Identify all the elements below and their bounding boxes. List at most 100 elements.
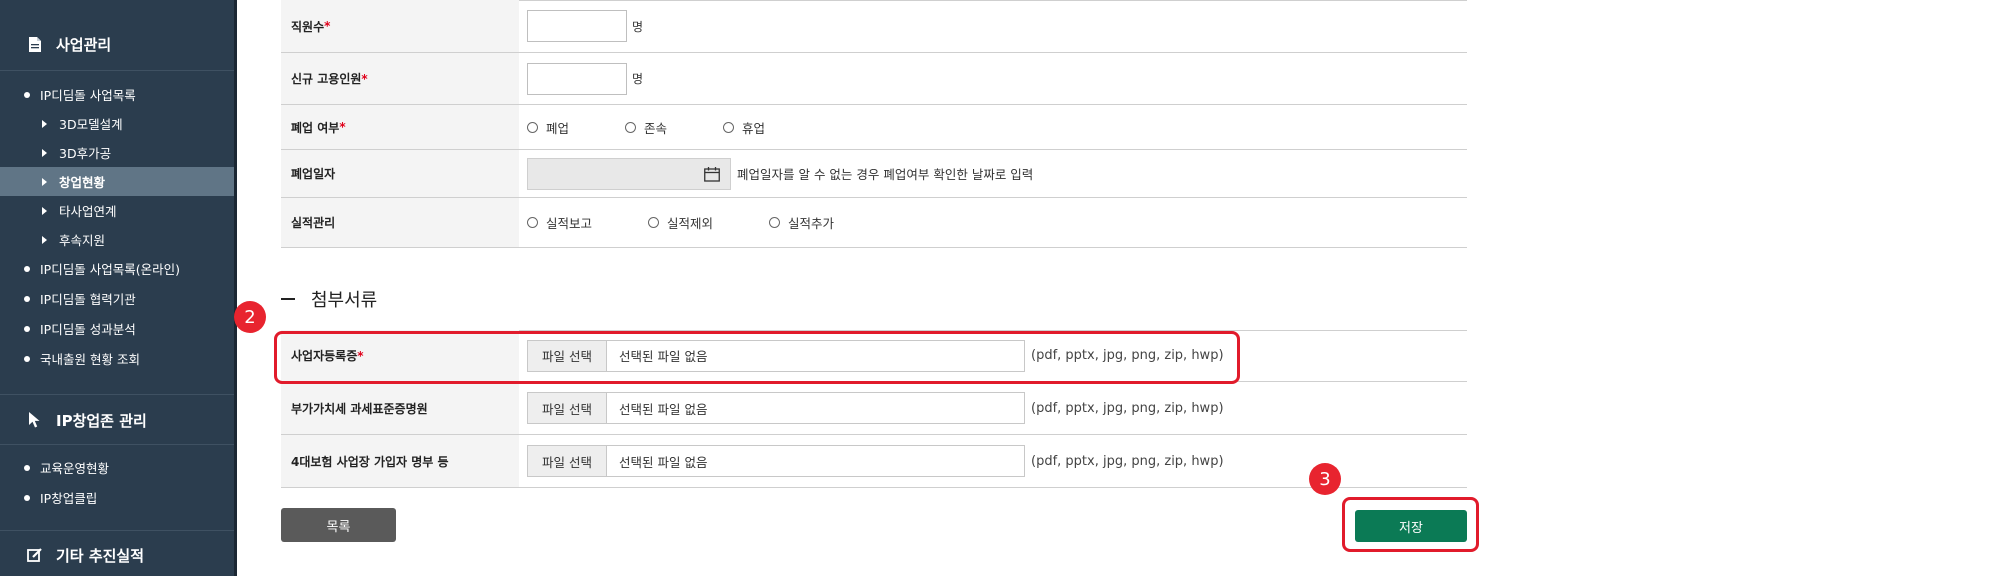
file-select-button[interactable]: 파일 선택 bbox=[528, 446, 607, 476]
bullet-icon bbox=[24, 91, 30, 98]
sidebar-item-education-status[interactable]: 교육운영현황 bbox=[0, 453, 234, 482]
sidebar: 사업관리 IP디딤돌 사업목록 3D모델설계 3D후가공 창업현황 타사업연계 … bbox=[0, 0, 237, 576]
row-insurance-roster: 4대보험 사업장 가입자 명부 등 파일 선택 선택된 파일 없음 (pdf, … bbox=[281, 435, 1467, 488]
document-icon bbox=[26, 35, 44, 53]
sidebar-section-label: IP창업존 관리 bbox=[56, 411, 147, 430]
sidebar-item-3d-post-processing[interactable]: 3D후가공 bbox=[0, 138, 234, 167]
file-name-text: 선택된 파일 없음 bbox=[619, 401, 708, 417]
cursor-icon bbox=[26, 411, 44, 429]
radio-label: 존속 bbox=[644, 120, 668, 136]
sidebar-item-label: 창업현황 bbox=[59, 175, 106, 190]
sidebar-section-business[interactable]: 사업관리 bbox=[26, 29, 111, 59]
radio-closed[interactable]: 폐업 bbox=[527, 118, 569, 137]
list-button[interactable]: 목록 bbox=[281, 508, 396, 542]
sidebar-section-ip-startup-zone[interactable]: IP창업존 관리 bbox=[26, 405, 147, 435]
divider bbox=[0, 530, 234, 531]
sidebar-item-other-business-link[interactable]: 타사업연계 bbox=[0, 196, 234, 225]
row-performance: 실적관리 실적보고 실적제외 실적추가 bbox=[281, 198, 1467, 248]
row-new-hires: 신규 고용인원 * 명 bbox=[281, 53, 1467, 105]
radio-suspended[interactable]: 휴업 bbox=[723, 118, 765, 137]
sidebar-item-ip-partner-orgs[interactable]: IP디딤돌 협력기관 bbox=[0, 284, 234, 313]
sidebar-item-label: 교육운영현황 bbox=[40, 461, 110, 476]
sidebar-section-label: 기타 추진실적 bbox=[56, 546, 145, 565]
callout-box-save bbox=[1342, 497, 1479, 552]
label-employees: 직원수 * bbox=[281, 0, 519, 52]
file-ext-hint: (pdf, pptx, jpg, png, zip, hwp) bbox=[1031, 400, 1224, 416]
radio-add[interactable]: 실적추가 bbox=[769, 213, 834, 232]
radio-label: 휴업 bbox=[742, 120, 766, 136]
unit-label: 명 bbox=[632, 19, 644, 34]
edit-icon bbox=[26, 546, 44, 564]
label-closure: 폐업 여부 * bbox=[281, 105, 519, 149]
divider bbox=[0, 394, 234, 395]
file-ext-hint: (pdf, pptx, jpg, png, zip, hwp) bbox=[1031, 453, 1224, 469]
section-title-text: 첨부서류 bbox=[311, 290, 378, 311]
bullet-icon bbox=[24, 295, 30, 302]
label-performance: 실적관리 bbox=[281, 198, 519, 247]
callout-badge-3: 3 bbox=[1309, 463, 1341, 495]
radio-circle[interactable] bbox=[625, 121, 637, 133]
sidebar-item-label: 3D후가공 bbox=[59, 146, 112, 161]
radio-circle[interactable] bbox=[769, 217, 781, 228]
sidebar-item-label: 타사업연계 bbox=[59, 204, 117, 219]
sidebar-item-label: 후속지원 bbox=[59, 233, 106, 248]
radio-circle[interactable] bbox=[527, 121, 538, 133]
radio-label: 폐업 bbox=[546, 120, 570, 136]
file-input-insurance-roster[interactable]: 파일 선택 선택된 파일 없음 bbox=[527, 445, 1025, 477]
label-vat-certificate: 부가가치세 과세표준증명원 bbox=[281, 382, 519, 434]
sidebar-item-label: IP창업클립 bbox=[40, 491, 98, 506]
radio-label: 실적추가 bbox=[788, 216, 835, 231]
sidebar-section-other-performance[interactable]: 기타 추진실적 bbox=[26, 540, 144, 570]
sidebar-item-label: 국내출원 현황 조회 bbox=[40, 352, 140, 367]
label-insurance-roster: 4대보험 사업장 가입자 명부 등 bbox=[281, 435, 519, 487]
sidebar-item-label: IP디딤돌 사업목록 bbox=[40, 88, 136, 103]
radio-exclude[interactable]: 실적제외 bbox=[648, 213, 713, 232]
sidebar-item-startup-status[interactable]: 창업현황 bbox=[0, 167, 234, 196]
sidebar-item-label: 3D모델설계 bbox=[59, 117, 123, 132]
bullet-icon bbox=[24, 325, 30, 332]
bullet-icon bbox=[24, 494, 30, 501]
sidebar-item-ip-business-list[interactable]: IP디딤돌 사업목록 bbox=[0, 80, 234, 109]
sidebar-item-follow-up-support[interactable]: 후속지원 bbox=[0, 225, 234, 254]
caret-right-icon bbox=[42, 177, 47, 186]
sidebar-item-domestic-filing-status[interactable]: 국내출원 현황 조회 bbox=[0, 344, 234, 373]
radio-circle[interactable] bbox=[648, 217, 660, 228]
radio-label: 실적보고 bbox=[546, 216, 593, 231]
file-select-button[interactable]: 파일 선택 bbox=[528, 393, 607, 423]
attachments-section-title: 첨부서류 bbox=[281, 286, 377, 312]
calendar-icon[interactable] bbox=[704, 166, 720, 185]
sidebar-item-label: IP디딤돌 사업목록(온라인) bbox=[40, 262, 180, 277]
radio-label: 실적제외 bbox=[667, 216, 714, 231]
divider bbox=[0, 70, 234, 71]
label-closure-date: 폐업일자 bbox=[281, 150, 519, 197]
sidebar-item-label: IP디딤돌 협력기관 bbox=[40, 292, 136, 307]
sidebar-item-3d-model-design[interactable]: 3D모델설계 bbox=[0, 109, 234, 138]
bullet-icon bbox=[24, 464, 30, 471]
caret-right-icon bbox=[42, 119, 47, 128]
dash-icon bbox=[281, 298, 295, 300]
radio-circle[interactable] bbox=[527, 217, 538, 228]
radio-report[interactable]: 실적보고 bbox=[527, 213, 592, 232]
new-hires-input[interactable] bbox=[527, 62, 627, 95]
row-employees: 직원수 * 명 bbox=[281, 0, 1467, 53]
label-new-hires: 신규 고용인원 * bbox=[281, 53, 519, 104]
callout-badge-2: 2 bbox=[234, 301, 266, 333]
sidebar-item-ip-business-list-online[interactable]: IP디딤돌 사업목록(온라인) bbox=[0, 254, 234, 283]
caret-right-icon bbox=[42, 235, 47, 244]
bullet-icon bbox=[24, 265, 30, 272]
employees-input[interactable] bbox=[527, 10, 627, 42]
sidebar-section-label: 사업관리 bbox=[56, 35, 112, 54]
unit-label: 명 bbox=[632, 72, 644, 86]
sidebar-item-ip-startup-clip[interactable]: IP창업클립 bbox=[0, 483, 234, 512]
radio-circle[interactable] bbox=[723, 121, 735, 133]
sidebar-item-ip-performance-analysis[interactable]: IP디딤돌 성과분석 bbox=[0, 314, 234, 343]
bullet-icon bbox=[24, 355, 30, 362]
row-closure-date: 폐업일자 폐업일자를 알 수 없는 경우 폐업여부 확인한 날짜로 입력 bbox=[281, 150, 1467, 198]
file-input-vat-certificate[interactable]: 파일 선택 선택된 파일 없음 bbox=[527, 392, 1025, 424]
radio-ongoing[interactable]: 존속 bbox=[625, 118, 667, 137]
closure-date-input[interactable] bbox=[527, 157, 731, 190]
file-name-text: 선택된 파일 없음 bbox=[619, 454, 708, 470]
sidebar-item-label: IP디딤돌 성과분석 bbox=[40, 322, 136, 337]
row-closure: 폐업 여부 * 폐업 존속 휴업 bbox=[281, 105, 1467, 150]
caret-right-icon bbox=[42, 206, 47, 215]
